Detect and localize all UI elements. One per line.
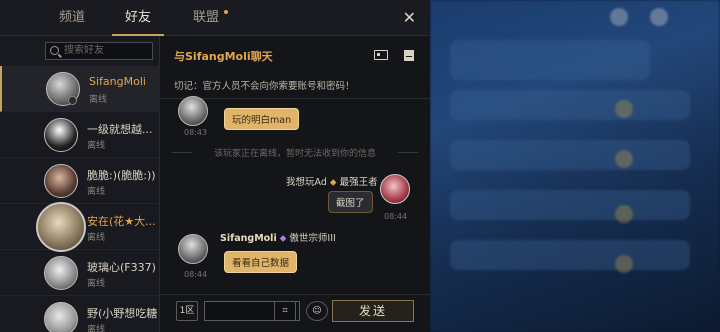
message-sender: 我想玩Ad ⬥ 最强王者 bbox=[286, 174, 378, 188]
message-bubble: 看看自己数据 bbox=[224, 251, 298, 273]
sender-rank: 最强王者 bbox=[339, 177, 378, 188]
avatar bbox=[380, 174, 410, 204]
message-time: 08:44 bbox=[184, 270, 208, 279]
friend-status: 离线 bbox=[87, 187, 106, 197]
friend-item[interactable]: 安在(花★大... 离线 bbox=[0, 202, 160, 252]
friend-name: 安在(花★大... bbox=[87, 215, 156, 228]
friend-name: 野(小野想吃糖) bbox=[87, 307, 157, 320]
message-bubble: 截图了 bbox=[328, 191, 373, 213]
friend-item[interactable]: 脆脆:)(脆脆:)) 离线 bbox=[0, 158, 160, 204]
friend-name: 脆脆:)(脆脆:)) bbox=[87, 169, 156, 182]
safety-warning: 切记：官方人员不会向你索要账号和密码！ bbox=[174, 81, 355, 92]
tab-channel[interactable]: 频道 bbox=[42, 0, 102, 36]
avatar bbox=[36, 202, 86, 252]
friend-name: SifangMoli bbox=[89, 75, 146, 88]
send-button[interactable]: 发送 bbox=[332, 300, 414, 322]
avatar bbox=[44, 118, 78, 152]
profile-card-icon[interactable] bbox=[374, 50, 388, 60]
message-time: 08:44 bbox=[384, 212, 408, 221]
friend-name: 一级就想越... bbox=[87, 123, 153, 136]
friend-list: 搜索好友 SifangMoli 离线 一级就想越... 离线 脆脆:)(脆脆:)… bbox=[0, 36, 160, 332]
game-background bbox=[430, 0, 720, 332]
gift-icon[interactable] bbox=[404, 50, 414, 61]
friend-status: 离线 bbox=[87, 141, 106, 151]
avatar bbox=[44, 256, 78, 290]
sender-name: 我想玩Ad bbox=[286, 177, 327, 188]
rank-badge-icon bbox=[68, 96, 77, 105]
message-sender: SifangMoli ⬥ 傲世宗师III bbox=[220, 230, 336, 244]
avatar bbox=[178, 234, 208, 264]
search-placeholder: 搜索好友 bbox=[64, 45, 104, 56]
emoji-icon[interactable]: ☺ bbox=[306, 301, 328, 321]
notification-dot bbox=[224, 10, 228, 14]
input-bar: 1区 ⌗ ☺ 发送 bbox=[160, 294, 430, 332]
tab-alliance-label: 联盟 bbox=[192, 10, 219, 25]
message-bubble: 玩的明白man bbox=[224, 108, 300, 130]
friend-item[interactable]: 一级就想越... 离线 bbox=[0, 112, 160, 158]
tab-bar: 频道 好友 联盟 ✕ bbox=[0, 0, 430, 36]
sender-rank: 傲世宗师III bbox=[289, 233, 336, 244]
tab-friends[interactable]: 好友 bbox=[108, 0, 168, 36]
sender-name: SifangMoli bbox=[220, 233, 277, 244]
message-time: 08:43 bbox=[184, 128, 208, 137]
friend-item[interactable]: SifangMoli 离线 bbox=[0, 66, 160, 112]
close-icon[interactable]: ✕ bbox=[403, 8, 416, 27]
friend-item[interactable]: 野(小野想吃糖) 离线 bbox=[0, 296, 160, 332]
avatar bbox=[178, 96, 208, 126]
rank-icon: ⬥ bbox=[329, 177, 337, 188]
region-button[interactable]: 1区 bbox=[176, 301, 198, 321]
search-icon bbox=[50, 46, 59, 55]
quick-reply-icon[interactable]: ⌗ bbox=[274, 301, 296, 321]
avatar bbox=[44, 164, 78, 198]
search-input[interactable]: 搜索好友 bbox=[45, 42, 153, 60]
friend-status: 离线 bbox=[87, 325, 106, 332]
avatar bbox=[44, 302, 78, 332]
rank-icon: ⬥ bbox=[279, 233, 287, 244]
tab-alliance[interactable]: 联盟 bbox=[176, 0, 236, 36]
friend-name: 玻璃心(F337) bbox=[87, 261, 156, 274]
friend-status: 离线 bbox=[89, 95, 108, 105]
friend-item[interactable]: 玻璃心(F337) 离线 bbox=[0, 250, 160, 296]
system-message: 该玩家正在离线，暂时无法收到你的信息 bbox=[172, 146, 418, 159]
chat-panel: 与SifangMoli聊天 切记：官方人员不会向你索要账号和密码！ 08:43 … bbox=[160, 36, 430, 332]
friends-panel: 频道 好友 联盟 ✕ 搜索好友 SifangMoli 离线 一级就想越... 离… bbox=[0, 0, 430, 332]
friend-status: 离线 bbox=[87, 279, 106, 289]
chat-title: 与SifangMoli聊天 bbox=[174, 50, 273, 63]
friend-status: 离线 bbox=[87, 233, 106, 243]
